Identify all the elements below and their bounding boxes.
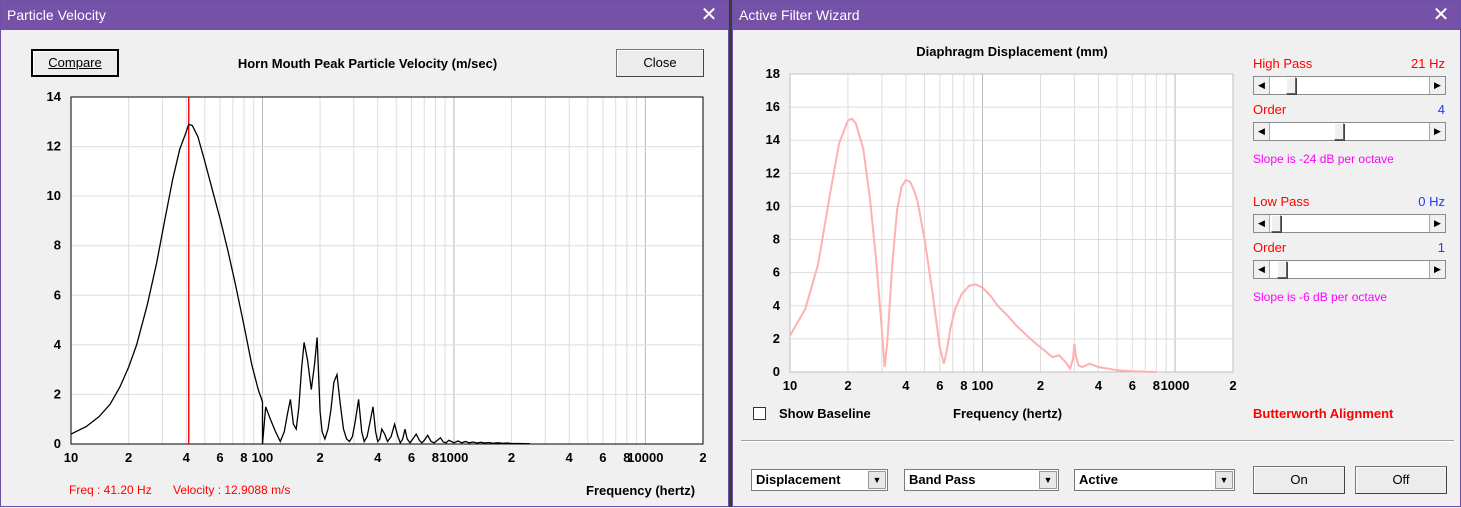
x-tick-label: 2 — [125, 450, 132, 465]
plot-area — [71, 97, 703, 444]
x-tick-label: 6 — [599, 450, 606, 465]
y-tick-label: 16 — [766, 99, 780, 114]
low-pass-slope-text: Slope is -6 dB per octave — [1253, 290, 1388, 304]
divider — [741, 440, 1454, 442]
type-select-value: Active — [1079, 472, 1119, 487]
x-tick-label: 2 — [1037, 378, 1044, 393]
low-pass-label: Low Pass — [1253, 194, 1310, 209]
particle-x-axis-label: Frequency (hertz) — [586, 483, 696, 498]
band-dropdown-icon[interactable]: ▼ — [1039, 471, 1057, 489]
x-tick-label: 100 — [252, 450, 274, 465]
x-tick-label: 10 — [783, 378, 797, 393]
type-select[interactable]: Active ▼ — [1074, 469, 1235, 491]
high-pass-slope-text: Slope is -24 dB per octave — [1253, 152, 1394, 166]
y-tick-label: 2 — [773, 331, 780, 346]
mode-dropdown-icon[interactable]: ▼ — [868, 471, 886, 489]
high-pass-slider[interactable]: ◀ ▶ — [1253, 76, 1446, 95]
show-baseline-checkbox[interactable] — [753, 407, 766, 420]
low-pass-order-slider-thumb[interactable] — [1276, 261, 1287, 278]
high-pass-order-slider[interactable]: ◀ ▶ — [1253, 122, 1446, 141]
y-tick-label: 8 — [773, 232, 780, 247]
displacement-chart[interactable]: 02468101214161810 2 4 6 8 100 2 4 6 8 1000 2 — [733, 1, 1243, 401]
y-tick-label: 6 — [54, 287, 61, 302]
y-tick-label: 14 — [766, 132, 781, 147]
high-pass-right-arrow-icon[interactable]: ▶ — [1429, 77, 1445, 94]
particle-velocity-window: Particle Velocity ✕ Compare Horn Mouth P… — [0, 0, 729, 507]
y-tick-label: 4 — [54, 337, 62, 352]
x-tick-label: 6 — [408, 450, 415, 465]
x-tick-label: 6 — [936, 378, 943, 393]
y-tick-label: 12 — [766, 165, 780, 180]
x-tick-label: 2 — [1229, 378, 1236, 393]
low-pass-order-value: 1 — [1437, 240, 1445, 255]
x-tick-label: 2 — [699, 450, 706, 465]
x-tick-label: 2 — [508, 450, 515, 465]
x-tick-label: 4 — [183, 450, 191, 465]
displacement-x-axis-label: Frequency (hertz) — [953, 406, 1063, 421]
low-pass-left-arrow-icon[interactable]: ◀ — [1254, 215, 1270, 232]
alignment-label: Butterworth Alignment — [1253, 406, 1394, 421]
x-tick-label: 6 — [1129, 378, 1136, 393]
y-tick-label: 18 — [766, 66, 780, 81]
x-tick-label: 8 — [432, 450, 439, 465]
x-tick-label: 6 — [216, 450, 223, 465]
particle-velocity-chart[interactable]: 0246810121410 2 4 6 8 100 2 4 6 8 1000 2 4 6 810000 2 — [1, 1, 730, 508]
high-pass-order-slider-thumb[interactable] — [1333, 123, 1344, 140]
low-pass-value: 0 Hz — [1418, 194, 1445, 209]
x-tick-label: 100 — [972, 378, 994, 393]
high-pass-left-arrow-icon[interactable]: ◀ — [1254, 77, 1270, 94]
x-tick-label: 10 — [64, 450, 78, 465]
high-pass-label: High Pass — [1253, 56, 1313, 71]
x-tick-label: 8 — [240, 450, 247, 465]
filter-wizard-close-icon[interactable]: ✕ — [1432, 1, 1450, 30]
low-pass-slider-thumb[interactable] — [1271, 215, 1281, 232]
x-tick-label: 1000 — [1161, 378, 1190, 393]
off-button[interactable]: Off — [1355, 466, 1447, 494]
y-tick-label: 12 — [47, 139, 61, 154]
high-pass-order-left-arrow-icon[interactable]: ◀ — [1254, 123, 1270, 140]
x-tick-label: 1000 — [439, 450, 468, 465]
y-tick-label: 8 — [54, 238, 61, 253]
x-tick-label: 4 — [902, 378, 910, 393]
low-pass-order-left-arrow-icon[interactable]: ◀ — [1254, 261, 1270, 278]
mode-select[interactable]: Displacement ▼ — [751, 469, 888, 491]
y-tick-label: 14 — [47, 89, 62, 104]
y-tick-label: 10 — [766, 198, 780, 213]
y-tick-label: 6 — [773, 265, 780, 280]
band-select[interactable]: Band Pass ▼ — [904, 469, 1059, 491]
y-tick-label: 4 — [773, 298, 781, 313]
x-tick-label: 4 — [566, 450, 574, 465]
low-pass-right-arrow-icon[interactable]: ▶ — [1429, 215, 1445, 232]
x-tick-label: 8 — [1153, 378, 1160, 393]
high-pass-order-right-arrow-icon[interactable]: ▶ — [1429, 123, 1445, 140]
y-tick-label: 2 — [54, 386, 61, 401]
low-pass-order-label: Order — [1253, 240, 1287, 255]
high-pass-order-value: 4 — [1437, 102, 1445, 117]
x-tick-label: 2 — [316, 450, 323, 465]
y-tick-label: 10 — [47, 188, 61, 203]
mode-select-value: Displacement — [756, 472, 841, 487]
low-pass-order-slider[interactable]: ◀ ▶ — [1253, 260, 1446, 279]
y-tick-label: 0 — [773, 364, 780, 379]
frequency-readout: Freq : 41.20 Hz — [69, 483, 152, 497]
x-tick-label: 4 — [1095, 378, 1103, 393]
low-pass-order-right-arrow-icon[interactable]: ▶ — [1429, 261, 1445, 278]
x-tick-label: 2 — [844, 378, 851, 393]
show-baseline-label: Show Baseline — [779, 406, 871, 421]
high-pass-order-label: Order — [1253, 102, 1287, 117]
high-pass-slider-thumb[interactable] — [1285, 77, 1296, 94]
high-pass-value: 21 Hz — [1411, 56, 1445, 71]
band-select-value: Band Pass — [909, 472, 976, 487]
y-tick-label: 0 — [54, 436, 61, 451]
active-filter-wizard-window: Active Filter Wizard ✕ Diaphragm Displac… — [732, 0, 1461, 507]
x-tick-label: 10000 — [627, 450, 663, 465]
on-button[interactable]: On — [1253, 466, 1345, 494]
off-button-label: Off — [1392, 472, 1410, 487]
type-dropdown-icon[interactable]: ▼ — [1215, 471, 1233, 489]
x-tick-label: 4 — [374, 450, 382, 465]
velocity-readout: Velocity : 12.9088 m/s — [173, 483, 291, 497]
x-tick-label: 8 — [960, 378, 967, 393]
low-pass-slider[interactable]: ◀ ▶ — [1253, 214, 1446, 233]
on-button-label: On — [1290, 472, 1308, 487]
